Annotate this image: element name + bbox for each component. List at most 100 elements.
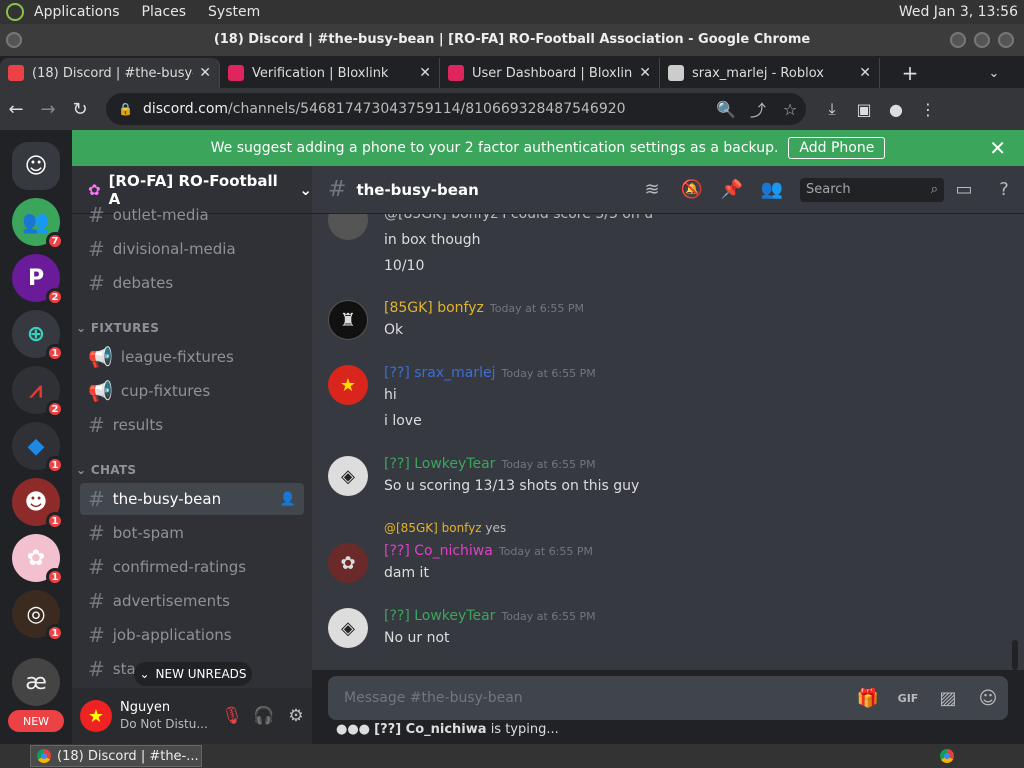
avatar[interactable] xyxy=(328,214,368,240)
close-window-icon[interactable] xyxy=(998,32,1014,48)
close-icon[interactable]: ✕ xyxy=(989,136,1006,160)
tab-search-button[interactable]: ⌄ xyxy=(964,58,1024,88)
close-tab-icon[interactable]: ✕ xyxy=(639,65,651,81)
profile-icon[interactable]: ● xyxy=(880,100,912,119)
author-name[interactable]: [??] srax_marlej xyxy=(384,365,496,381)
channel-the-busy-bean[interactable]: # the-busy-bean 👤 xyxy=(80,483,304,515)
bookmark-star-icon[interactable]: ☆ xyxy=(774,100,806,119)
avatar[interactable]: ♜ xyxy=(328,300,368,340)
tab-discord[interactable]: (18) Discord | #the-busy-b ✕ xyxy=(0,58,220,88)
sticker-icon[interactable]: ▨ xyxy=(928,688,968,709)
tab-strip: (18) Discord | #the-busy-b ✕ Verificatio… xyxy=(0,56,1024,88)
new-unreads-pill[interactable]: ⌄ NEW UNREADS xyxy=(134,662,252,686)
settings-gear-icon[interactable]: ⚙ xyxy=(280,706,312,726)
reload-icon[interactable]: ↻ xyxy=(64,99,96,120)
add-phone-button[interactable]: Add Phone xyxy=(788,137,886,159)
avatar[interactable]: ★ xyxy=(80,700,112,732)
maximize-icon[interactable] xyxy=(974,32,990,48)
notification-bell-muted-icon[interactable]: 🔕 xyxy=(672,179,712,200)
server-icon[interactable]: ◆ 1 xyxy=(12,422,64,474)
distro-icon[interactable] xyxy=(6,3,24,21)
new-tab-button[interactable]: + xyxy=(880,58,940,88)
server-icon[interactable]: æ xyxy=(12,658,60,706)
channel-job-applications[interactable]: # job-applications xyxy=(80,619,304,651)
channel-outlet-media[interactable]: # outlet-media xyxy=(80,200,304,230)
channel-cup-fixtures[interactable]: 📢 cup-fixtures xyxy=(80,375,304,407)
tab-verification[interactable]: Verification | Bloxlink ✕ xyxy=(220,58,440,88)
menu-applications[interactable]: Applications xyxy=(34,4,120,20)
tab-roblox[interactable]: srax_marlej - Roblox ✕ xyxy=(660,58,880,88)
reply-text: yes xyxy=(485,521,507,535)
search-input[interactable]: Search ⌕ xyxy=(800,177,944,202)
message-text: 10/10 xyxy=(384,258,425,274)
tab-user-dashboard[interactable]: User Dashboard | Bloxlink ✕ xyxy=(440,58,660,88)
emoji-icon[interactable]: ☺ xyxy=(968,688,1008,709)
reply-reference[interactable]: @[85GK] bonfyz yes xyxy=(384,521,506,535)
server-icon[interactable]: ☻ 1 xyxy=(12,478,64,530)
server-icon[interactable]: ⩘ 2 xyxy=(12,366,64,418)
gif-icon[interactable]: GIF xyxy=(888,692,928,705)
window-menu-icon[interactable] xyxy=(6,32,22,48)
clock[interactable]: Wed Jan 3, 13:56 xyxy=(899,4,1018,20)
channel-results[interactable]: # results xyxy=(80,409,304,441)
category-chats[interactable]: ⌄ CHATS xyxy=(76,463,136,477)
user-info[interactable]: Nguyen Do Not Distu... xyxy=(120,700,208,732)
menu-system[interactable]: System xyxy=(208,4,260,20)
channel-advertisements[interactable]: # advertisements xyxy=(80,585,304,617)
server-icon[interactable]: ⊕ 1 xyxy=(12,310,64,362)
chat-scrollbar[interactable] xyxy=(1012,640,1018,670)
channel-debates[interactable]: # debates xyxy=(80,267,304,299)
threads-icon[interactable]: ≋ xyxy=(632,179,672,200)
channel-league-fixtures[interactable]: 📢 league-fixtures xyxy=(80,341,304,373)
message-input[interactable]: Message #the-busy-bean 🎁 GIF ▨ ☺ xyxy=(328,676,1008,720)
pinned-messages-icon[interactable]: 📌 xyxy=(712,179,752,200)
member-list-icon[interactable]: 👥 xyxy=(752,179,792,200)
avatar[interactable]: ✿ xyxy=(328,543,368,583)
headphones-icon[interactable]: 🎧 xyxy=(248,706,280,726)
discord-home-icon[interactable]: ☺ xyxy=(12,142,60,190)
channel-label: divisional-media xyxy=(112,240,236,258)
direct-messages-icon[interactable]: 👥 7 xyxy=(12,198,64,250)
help-icon[interactable]: ? xyxy=(984,179,1024,200)
forward-icon[interactable]: → xyxy=(32,99,64,120)
channel-bot-spam[interactable]: # bot-spam xyxy=(80,517,304,549)
close-tab-icon[interactable]: ✕ xyxy=(199,65,211,81)
kebab-menu-icon[interactable]: ⋮ xyxy=(912,100,944,119)
server-icon[interactable]: ✿ 1 xyxy=(12,534,64,586)
download-icon[interactable]: ⤓ xyxy=(816,99,848,119)
close-tab-icon[interactable]: ✕ xyxy=(419,65,431,81)
channel-confirmed-ratings[interactable]: # confirmed-ratings xyxy=(80,551,304,583)
tab-label: User Dashboard | Bloxlink xyxy=(472,65,634,81)
taskbar-chrome-window[interactable]: (18) Discord | #the-... xyxy=(30,745,202,767)
server-icon[interactable]: P2 xyxy=(12,254,64,306)
bloxlink-favicon-icon xyxy=(448,65,464,81)
zoom-search-icon[interactable]: 🔍 xyxy=(710,100,742,119)
category-fixtures[interactable]: ⌄ FIXTURES xyxy=(76,321,159,335)
gift-icon[interactable]: 🎁 xyxy=(848,688,888,709)
share-icon[interactable]: ⤴ xyxy=(742,97,774,121)
close-tab-icon[interactable]: ✕ xyxy=(859,65,871,81)
message-header: [??] LowkeyTear Today at 6:55 PM xyxy=(384,456,596,472)
menu-places[interactable]: Places xyxy=(142,4,187,20)
author-name[interactable]: [??] Co_nichiwa xyxy=(384,543,493,559)
lock-icon[interactable]: 🔒 xyxy=(118,102,133,116)
avatar[interactable]: ◈ xyxy=(328,608,368,648)
add-member-icon[interactable]: 👤 xyxy=(280,492,296,507)
tab-label: (18) Discord | #the-busy-b xyxy=(32,65,194,81)
hash-icon: # xyxy=(88,271,105,295)
chrome-tray-icon[interactable] xyxy=(940,749,954,763)
channel-divisional-media[interactable]: # divisional-media xyxy=(80,233,304,265)
url-field[interactable]: 🔒 discord.com/channels/54681747304375911… xyxy=(106,93,806,125)
author-name[interactable]: [85GK] bonfyz xyxy=(384,300,484,316)
server-icon[interactable]: ◎ 1 xyxy=(12,590,64,642)
mute-mic-icon[interactable]: 🎙 xyxy=(216,706,248,726)
minimize-icon[interactable] xyxy=(950,32,966,48)
author-name[interactable]: [??] LowkeyTear xyxy=(384,608,495,624)
inbox-icon[interactable]: ▭ xyxy=(944,179,984,200)
author-name[interactable]: [??] LowkeyTear xyxy=(384,456,495,472)
back-icon[interactable]: ← xyxy=(0,99,32,120)
new-servers-pill[interactable]: NEW xyxy=(8,710,64,732)
side-panel-icon[interactable]: ▣ xyxy=(848,100,880,119)
avatar[interactable]: ★ xyxy=(328,365,368,405)
avatar[interactable]: ◈ xyxy=(328,456,368,496)
